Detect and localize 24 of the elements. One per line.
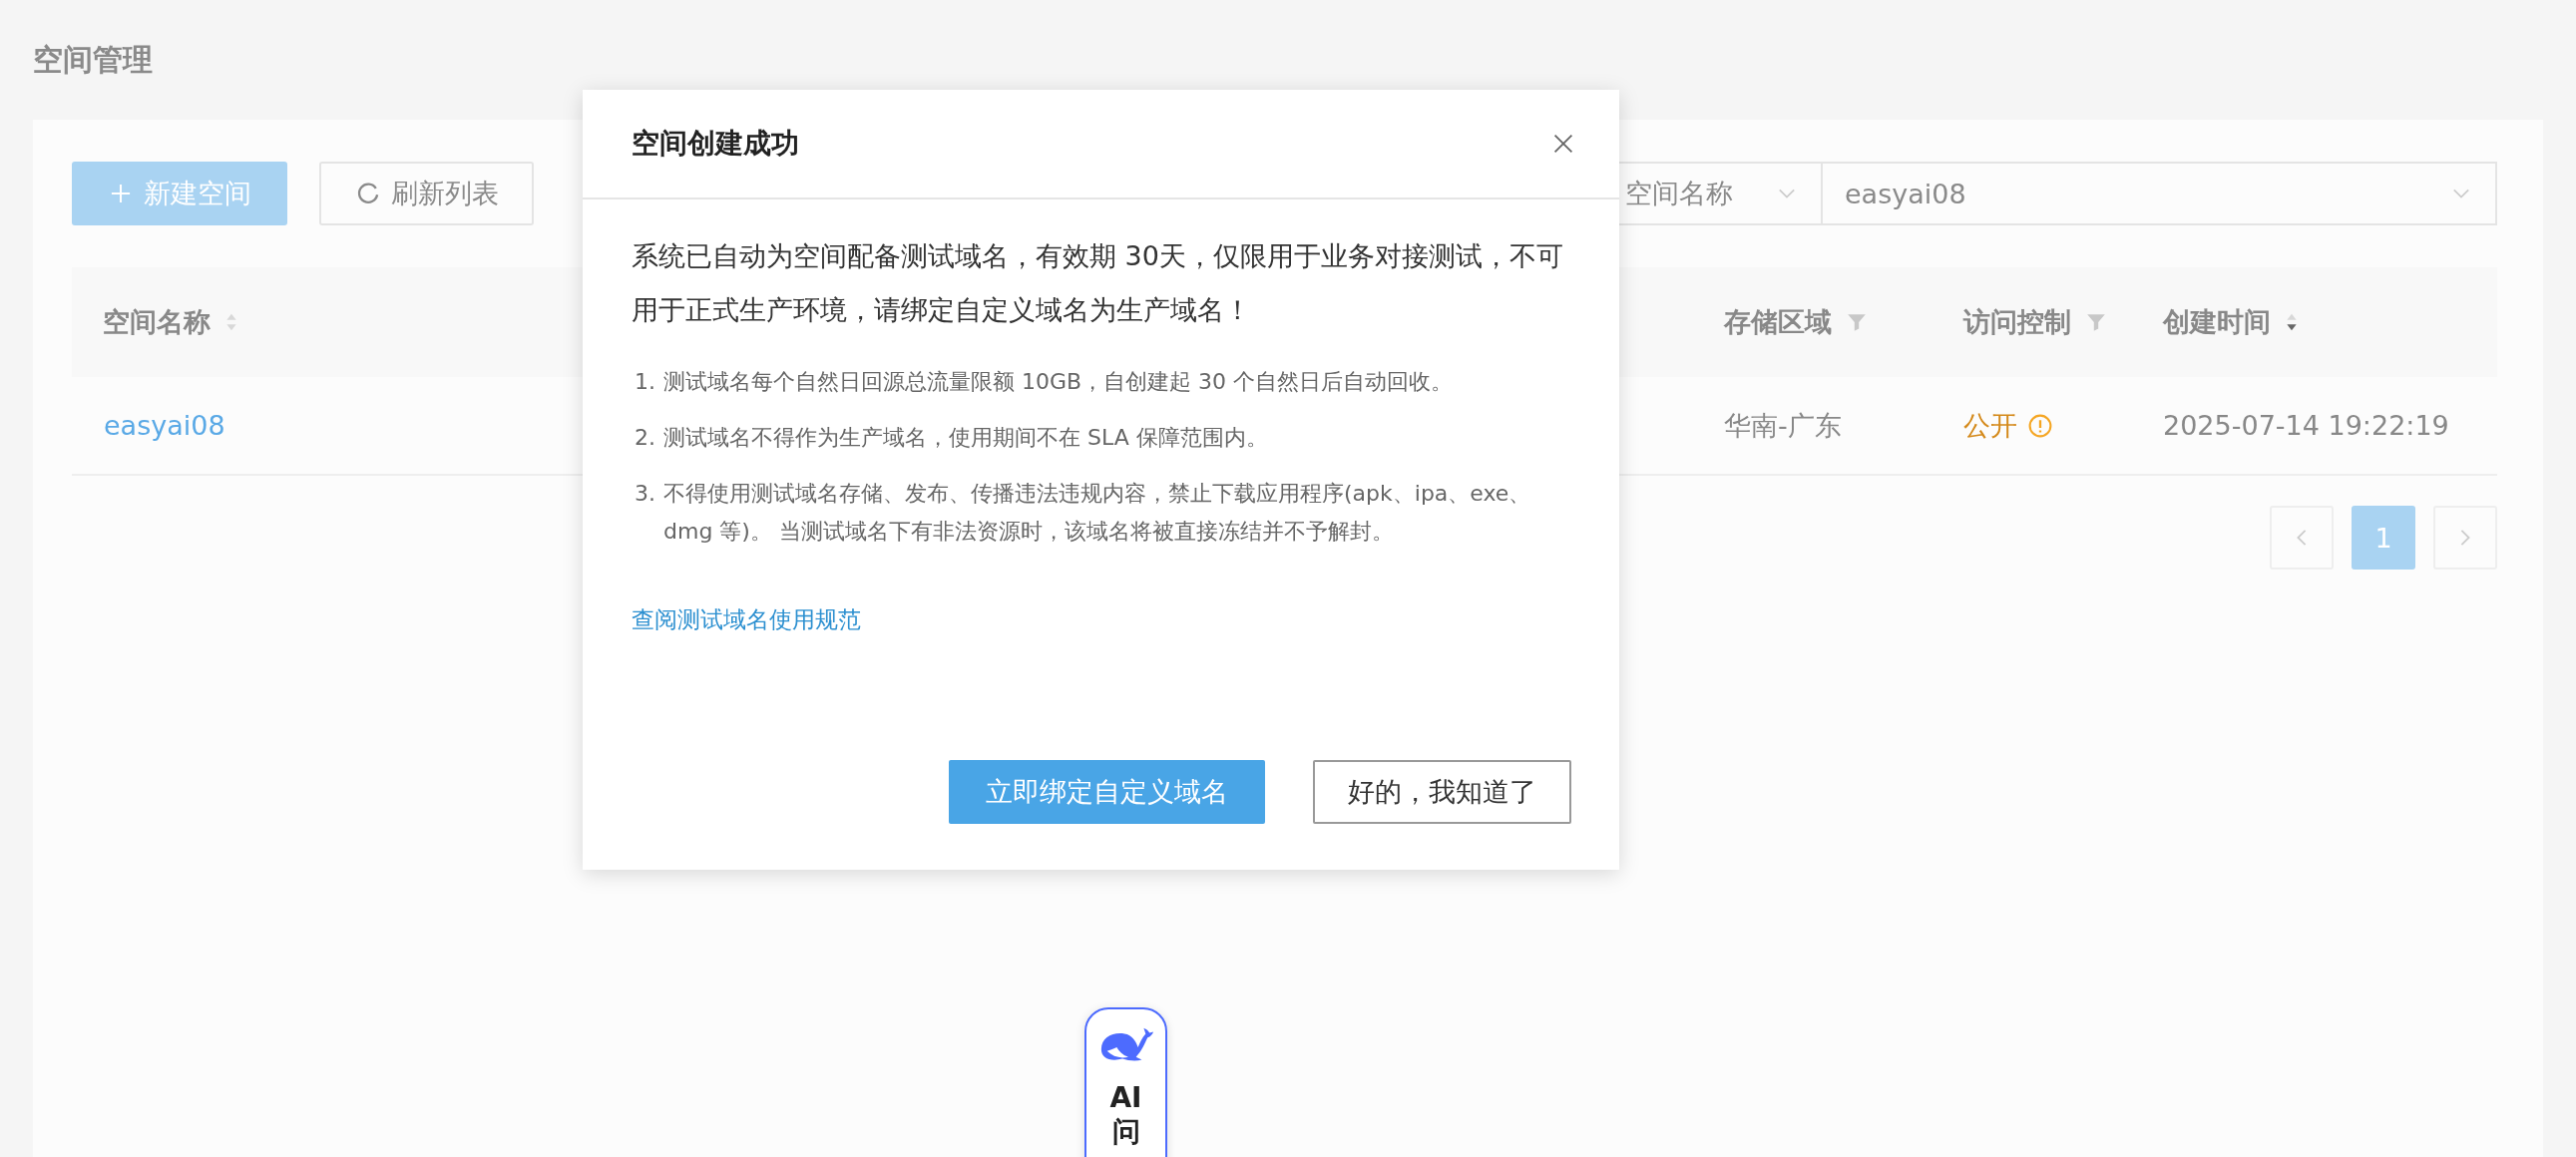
bind-domain-button[interactable]: 立即绑定自定义域名 (949, 760, 1265, 824)
ai-label: AI问 (1108, 1081, 1143, 1149)
refresh-button[interactable]: 刷新列表 (319, 162, 534, 225)
column-header: 存储区域 (1724, 305, 1832, 339)
ai-assistant-button[interactable]: AI问 (1084, 1007, 1167, 1157)
note-number: 2. (634, 424, 655, 452)
dialog-title: 空间创建成功 (632, 126, 799, 162)
filter-value-select[interactable]: easyai08 (1821, 162, 2497, 225)
note-number: 3. (634, 480, 655, 508)
page-title: 空间管理 (33, 41, 153, 79)
column-header: 创建时间 (2163, 305, 2271, 339)
note-item: 测试域名不得作为生产域名，使用期间不在 SLA 保障范围内。 (663, 424, 1269, 452)
note-number: 1. (634, 368, 655, 396)
column-header: 空间名称 (103, 305, 211, 339)
access-status: 公开 (1963, 408, 2017, 443)
acknowledge-button[interactable]: 好的，我知道了 (1313, 760, 1571, 824)
table-cell: 2025-07-14 19:22:19 (2163, 410, 2449, 441)
space-name-link[interactable]: easyai08 (104, 410, 225, 441)
usage-rules-link[interactable]: 查阅测试域名使用规范 (632, 604, 861, 635)
dialog-message: 系统已自动为空间配备测试域名，有效期 30天，仅限用于业务对接测试，不可用于正式生产环境，请绑定自定义域名为生产域名！ (632, 239, 1564, 327)
table-cell-text: 华南-广东 (1724, 408, 1842, 443)
column-header: 访问控制 (1963, 305, 2071, 339)
note-item: 不得使用测试域名存储、发布、传播违法违规内容，禁止下载应用程序(apk、ipa、exe、dmg 等)。 当测试域名下有非法资源时，该域名将被直接冻结并不予解封。 (663, 480, 1532, 546)
note-item: 测试域名每个自然日回源总流量限额 10GB，自创建起 30 个自然日后自动回收。 (663, 368, 1455, 396)
